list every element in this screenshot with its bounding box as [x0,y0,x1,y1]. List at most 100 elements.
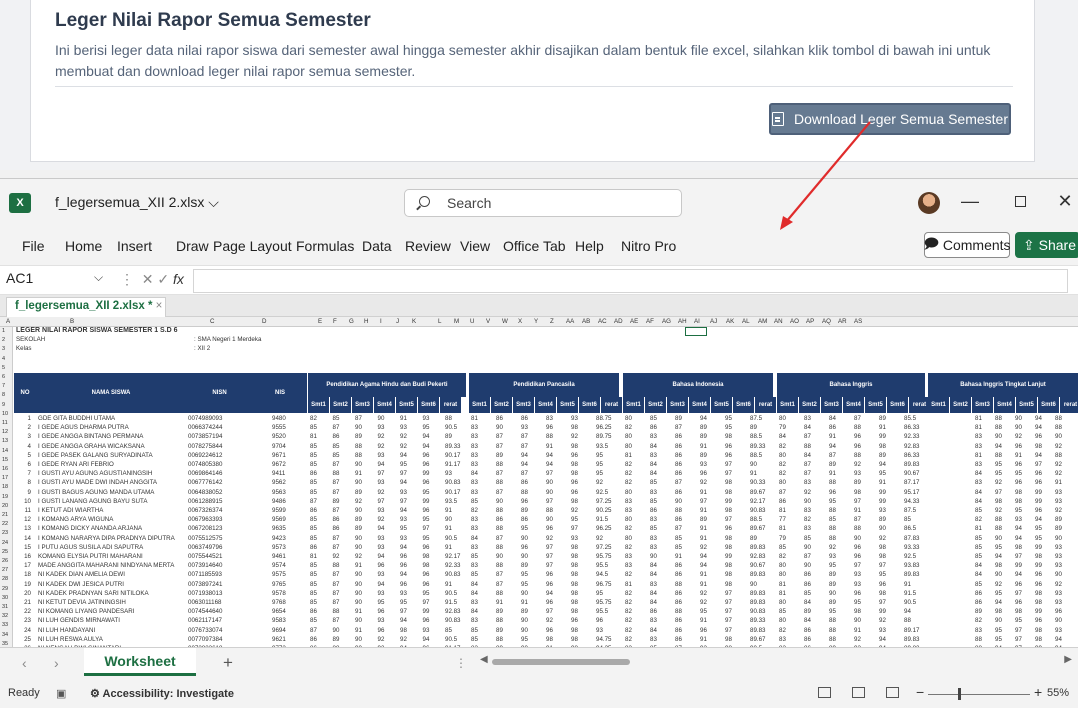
cell-nama: I KETUT ADI WIARTHA [38,507,104,514]
cell-inggris: 87 [829,451,836,459]
cell-agama: 87 [332,534,340,542]
cell-agama: 93 [377,424,385,432]
scrollbar-thumb[interactable] [492,659,630,665]
cell-pancasila: 88 [496,589,503,597]
cell-inggris-lanjut: 92 [1055,470,1062,478]
scroll-right-icon[interactable]: ▶ [1064,654,1072,665]
search-box[interactable]: Search [404,189,682,217]
menu-home[interactable]: Home [65,238,102,254]
page-layout-view-icon[interactable] [852,687,865,698]
menu-office-tab[interactable]: Office Tab [503,238,566,254]
cell-indonesia: 82 [625,599,632,606]
spreadsheet-grid[interactable]: A B C D E F G H I J K L M U V W X Y Z AA AB AC AD AE AF AG AH AI AJ A… [0,317,1078,647]
cell-indonesia: 90.83 [750,608,766,616]
cell-agama: 98 [422,562,430,570]
cell-inggris-lanjut: 94 [1055,635,1062,643]
add-sheet-icon[interactable]: + [223,653,233,673]
share-button[interactable]: ⇪ Share [1015,232,1078,258]
cell-pancasila: 96 [571,479,578,487]
cell-indonesia: 89 [675,415,682,422]
close-button[interactable]: ✕ [1050,191,1078,212]
cell-agama: 88 [355,451,362,459]
minimize-button[interactable]: — [955,191,985,212]
cell-indonesia: 91 [700,534,707,542]
file-name[interactable]: f_legersemua_XII 2.xlsx ⌵ [55,194,219,211]
cell-inggris: 95 [829,497,836,505]
cell-indonesia: 91 [700,442,707,450]
function-icon[interactable]: fx [173,271,184,287]
cell-no: 5 [27,451,31,459]
menu-view[interactable]: View [460,238,490,254]
cell-agama: 87 [332,424,340,432]
document-icon [771,112,784,126]
menu-page-layout[interactable]: Page Layout [213,238,292,254]
menu-review[interactable]: Review [405,238,451,254]
cell-inggris-lanjut: 95 [1035,534,1042,542]
cell-inggris: 92.33 [904,433,920,441]
menu-nitro-pro[interactable]: Nitro Pro [621,238,676,254]
next-sheet-icon[interactable]: › [54,655,59,671]
more-icon[interactable]: ⋮ [455,656,467,670]
accessibility-status[interactable]: ⚙ Accessibility: Investigate [90,687,234,700]
menu-data[interactable]: Data [362,238,392,254]
formula-input[interactable] [193,269,1068,293]
cell-pancasila: 88 [496,461,503,468]
macro-icon[interactable]: ▣ [56,687,66,700]
cell-indonesia: 89.83 [750,571,766,579]
close-tab-icon[interactable]: × [156,300,163,312]
cell-inggris-lanjut: 99 [1035,543,1042,551]
menu-draw[interactable]: Draw [176,238,209,254]
prev-sheet-icon[interactable]: ‹ [22,655,27,671]
cell-inggris: 89 [879,415,886,422]
row-number: 12 [2,429,9,436]
page-break-view-icon[interactable] [886,687,899,698]
cell-inggris: 83 [804,507,811,514]
enter-icon[interactable]: ✓ [157,271,169,287]
menu-formulas[interactable]: Formulas [296,238,354,254]
user-avatar[interactable] [918,192,940,214]
cell-agama: 91 [355,562,362,570]
name-box[interactable]: AC1 ⌵ [6,270,118,292]
zoom-slider[interactable] [928,694,1030,695]
zoom-in-icon[interactable]: + [1034,684,1042,700]
menu-insert[interactable]: Insert [117,238,152,254]
scroll-left-icon[interactable]: ◀ [480,654,488,665]
cell-nisn: 0062117147 [188,617,222,625]
accessibility-icon: ⚙ [90,688,103,700]
cell-inggris: 85 [904,516,911,524]
header-semester: Smt1 [308,397,329,413]
cell-indonesia: 90 [750,461,757,468]
worksheet-tab[interactable]: Worksheet [84,648,196,676]
cell-pancasila: 96.75 [596,580,612,588]
selected-cell[interactable] [685,327,707,336]
menu-file[interactable]: File [22,238,45,254]
cell-pancasila: 91 [496,599,503,606]
cell-pancasila: 93 [571,415,578,422]
cell-indonesia: 96 [700,626,707,634]
cell-inggris-lanjut: 94 [1035,424,1042,432]
cell-inggris: 87 [779,488,786,496]
cell-no: 10 [24,497,31,505]
cell-pancasila: 96 [571,451,578,459]
zoom-slider-thumb[interactable] [958,688,961,700]
cell-pancasila: 91.5 [596,516,609,524]
cell-inggris: 95 [854,599,861,606]
cell-indonesia: 82 [625,608,632,616]
zoom-out-icon[interactable]: − [916,684,924,700]
cell-inggris-lanjut: 94 [1035,516,1042,524]
horizontal-scrollbar[interactable]: ◀ ▶ [480,654,1072,670]
more-icon[interactable]: ⋮ [120,271,134,287]
document-tab[interactable]: f_legersemua_XII 2.xlsx * × [6,297,166,317]
comments-button[interactable]: 🗩 Comments [923,232,1011,258]
cell-nis: 9486 [272,497,286,505]
zoom-level[interactable]: 55% [1047,687,1069,699]
normal-view-icon[interactable] [818,687,831,698]
cancel-icon[interactable]: ✕ [142,271,154,287]
menu-help[interactable]: Help [575,238,604,254]
cell-pancasila: 88 [546,507,553,514]
download-leger-button[interactable]: Download Leger Semua Semester [769,103,1011,135]
cell-indonesia: 86 [675,442,682,450]
cell-inggris-lanjut: 92 [995,507,1002,514]
maximize-button[interactable] [1005,191,1035,212]
cell-pancasila: 88 [496,562,503,570]
